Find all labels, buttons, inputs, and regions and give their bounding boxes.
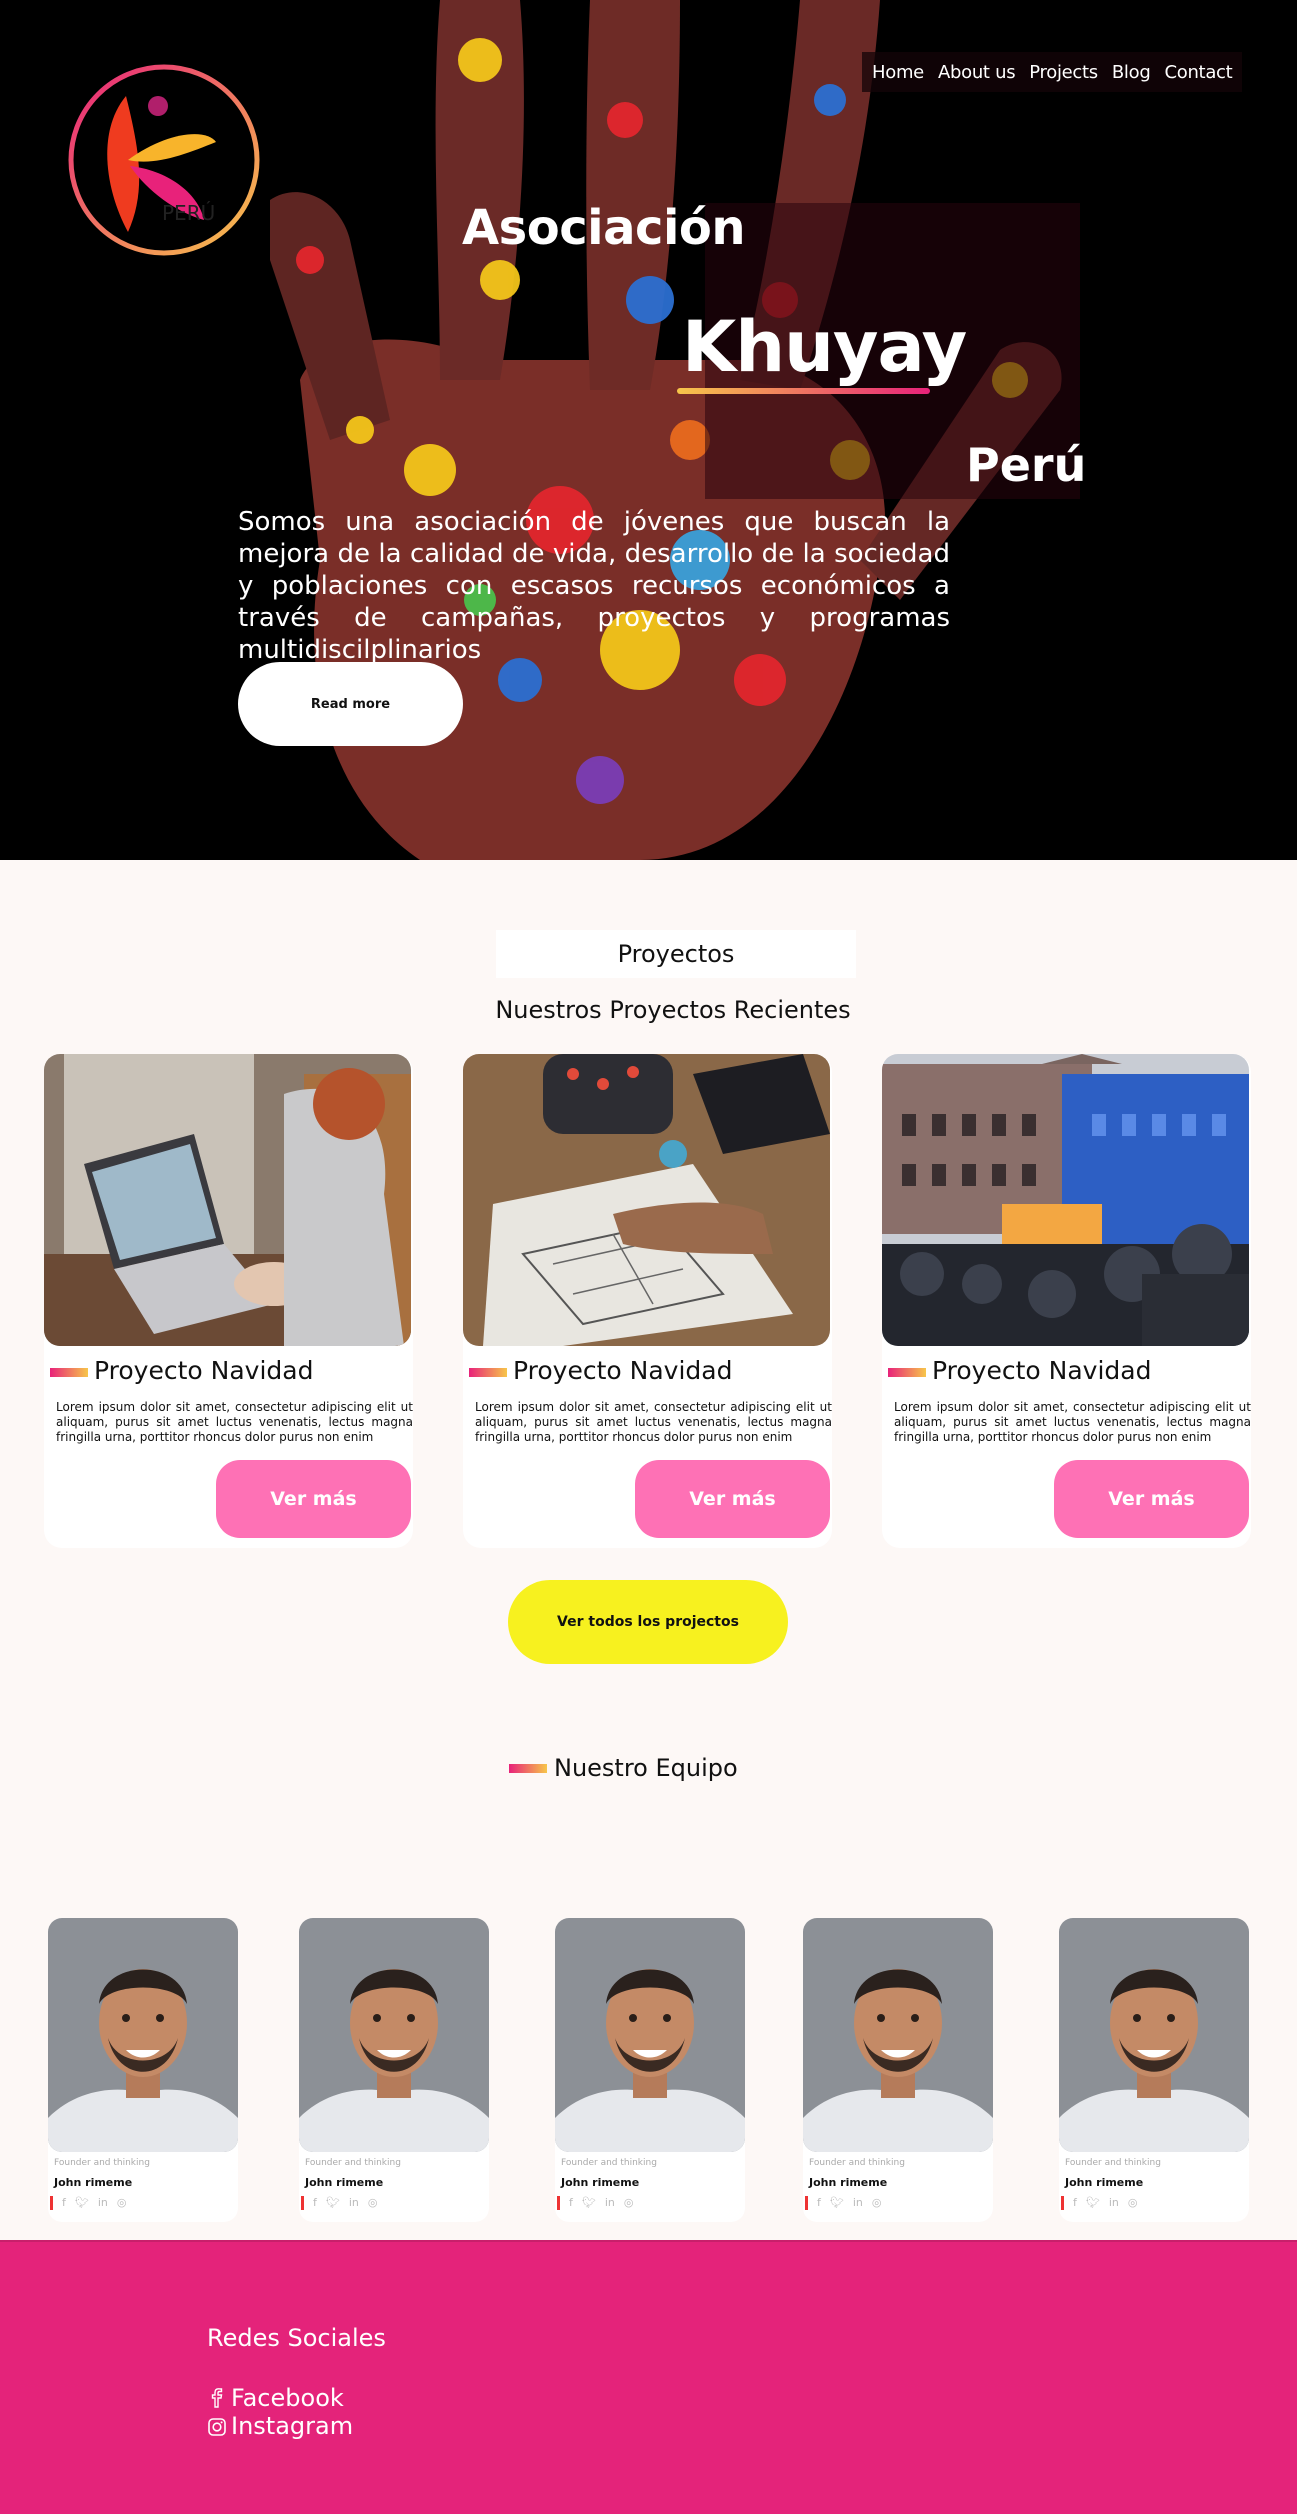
see-all-projects-button[interactable]: Ver todos los projectos (508, 1580, 788, 1664)
ver-mas-button[interactable]: Ver más (635, 1460, 830, 1538)
member-photo (1059, 1918, 1249, 2152)
facebook-icon[interactable]: f (62, 2196, 66, 2210)
member-photo (803, 1918, 993, 2152)
logo-text: PERÚ (162, 201, 215, 225)
twitter-icon[interactable]: 🐦︎ (326, 2196, 340, 2210)
laptop-photo (44, 1054, 411, 1346)
ver-mas-button[interactable]: Ver más (216, 1460, 411, 1538)
project-title: Proyecto Navidad (513, 1356, 733, 1385)
accent-marker (301, 2196, 304, 2210)
member-role: Founder and thinking (561, 2158, 657, 2168)
member-name: John rimeme (54, 2176, 133, 2189)
project-title: Proyecto Navidad (932, 1356, 1152, 1385)
projects-subtitle: Nuestros Proyectos Recientes (495, 996, 851, 1024)
facebook-label: Facebook (231, 2384, 344, 2412)
project-card: Proyecto Navidad Lorem ipsum dolor sit a… (44, 1054, 413, 1548)
member-social-links: f 🐦︎ in ◎ (1061, 2196, 1137, 2210)
instagram-label: Instagram (231, 2412, 354, 2440)
hero-title-line3: Perú (966, 438, 1087, 492)
ver-mas-button[interactable]: Ver más (1054, 1460, 1249, 1538)
linkedin-icon[interactable]: in (853, 2196, 863, 2210)
social-title: Redes Sociales (207, 2324, 386, 2352)
title-accent-bar (50, 1368, 88, 1377)
nav-contact[interactable]: Contact (1164, 62, 1232, 83)
linkedin-icon[interactable]: in (98, 2196, 108, 2210)
team-member-card: Founder and thinking John rimeme f 🐦︎ in ◎ (803, 1918, 993, 2222)
instagram-icon[interactable]: ◎ (624, 2196, 634, 2210)
khuyay-logo[interactable]: PERÚ (66, 62, 262, 258)
accent-marker (557, 2196, 560, 2210)
facebook-link[interactable]: Facebook (207, 2384, 344, 2412)
hero-title-line1: Asociación (462, 200, 746, 256)
projects-label: Proyectos (496, 930, 856, 978)
hero-description: Somos una asociación de jóvenes que busc… (238, 507, 950, 665)
member-name: John rimeme (561, 2176, 640, 2189)
nav-blog[interactable]: Blog (1112, 62, 1151, 83)
project-title: Proyecto Navidad (94, 1356, 314, 1385)
facebook-icon[interactable]: f (313, 2196, 317, 2210)
instagram-icon[interactable]: ◎ (368, 2196, 378, 2210)
linkedin-icon[interactable]: in (349, 2196, 359, 2210)
title-accent-bar (509, 1764, 547, 1773)
member-photo (48, 1918, 238, 2152)
accent-marker (1061, 2196, 1064, 2210)
team-member-card: Founder and thinking John rimeme f 🐦︎ in ◎ (299, 1918, 489, 2222)
team-title: Nuestro Equipo (554, 1754, 738, 1782)
member-name: John rimeme (305, 2176, 384, 2189)
project-card: Proyecto Navidad Lorem ipsum dolor sit a… (463, 1054, 832, 1548)
facebook-icon[interactable]: f (569, 2196, 573, 2210)
instagram-icon[interactable]: ◎ (117, 2196, 127, 2210)
title-accent-bar (888, 1368, 926, 1377)
project-description: Lorem ipsum dolor sit amet, consectetur … (56, 1400, 413, 1444)
twitter-icon[interactable]: 🐦︎ (1086, 2196, 1100, 2210)
facebook-icon[interactable]: f (1073, 2196, 1077, 2210)
nav-home[interactable]: Home (872, 62, 924, 83)
member-photo (555, 1918, 745, 2152)
title-accent-bar (469, 1368, 507, 1377)
title-underline (677, 388, 930, 394)
instagram-link[interactable]: Instagram (207, 2412, 353, 2440)
projects-section: Proyectos Nuestros Proyectos Recientes P… (0, 860, 1297, 1698)
read-more-button[interactable]: Read more (238, 662, 463, 746)
team-member-card: Founder and thinking John rimeme f 🐦︎ in ◎ (1059, 1918, 1249, 2222)
member-role: Founder and thinking (305, 2158, 401, 2168)
twitter-icon[interactable]: 🐦︎ (75, 2196, 89, 2210)
hero-section: PERÚ Home About us Projects Blog Contact… (0, 0, 1297, 860)
footer: Redes Sociales Facebook Instagram (0, 2240, 1297, 2514)
member-name: John rimeme (809, 2176, 888, 2189)
team-section: Nuestro Equipo Founder and thinking John … (0, 1708, 1297, 2240)
twitter-icon[interactable]: 🐦︎ (830, 2196, 844, 2210)
instagram-icon (208, 2418, 226, 2436)
crowd-building-photo (882, 1054, 1249, 1346)
linkedin-icon[interactable]: in (1109, 2196, 1119, 2210)
hero-title-line2: Khuyay (682, 306, 967, 388)
member-name: John rimeme (1065, 2176, 1144, 2189)
member-social-links: f 🐦︎ in ◎ (557, 2196, 633, 2210)
main-nav: Home About us Projects Blog Contact (862, 52, 1243, 92)
team-member-card: Founder and thinking John rimeme f 🐦︎ in ◎ (555, 1918, 745, 2222)
facebook-icon (211, 2388, 223, 2408)
project-description: Lorem ipsum dolor sit amet, consectetur … (894, 1400, 1251, 1444)
project-description: Lorem ipsum dolor sit amet, consectetur … (475, 1400, 832, 1444)
member-photo (299, 1918, 489, 2152)
member-role: Founder and thinking (809, 2158, 905, 2168)
accent-marker (50, 2196, 53, 2210)
member-social-links: f 🐦︎ in ◎ (50, 2196, 126, 2210)
project-card: Proyecto Navidad Lorem ipsum dolor sit a… (882, 1054, 1251, 1548)
instagram-icon[interactable]: ◎ (872, 2196, 882, 2210)
member-social-links: f 🐦︎ in ◎ (805, 2196, 881, 2210)
nav-about-us[interactable]: About us (938, 62, 1016, 83)
member-role: Founder and thinking (54, 2158, 150, 2168)
member-social-links: f 🐦︎ in ◎ (301, 2196, 377, 2210)
team-member-card: Founder and thinking John rimeme f 🐦︎ in ◎ (48, 1918, 238, 2222)
facebook-icon[interactable]: f (817, 2196, 821, 2210)
sketch-desk-photo (463, 1054, 830, 1346)
linkedin-icon[interactable]: in (605, 2196, 615, 2210)
instagram-icon[interactable]: ◎ (1128, 2196, 1138, 2210)
twitter-icon[interactable]: 🐦︎ (582, 2196, 596, 2210)
nav-projects[interactable]: Projects (1029, 62, 1098, 83)
accent-marker (805, 2196, 808, 2210)
member-role: Founder and thinking (1065, 2158, 1161, 2168)
